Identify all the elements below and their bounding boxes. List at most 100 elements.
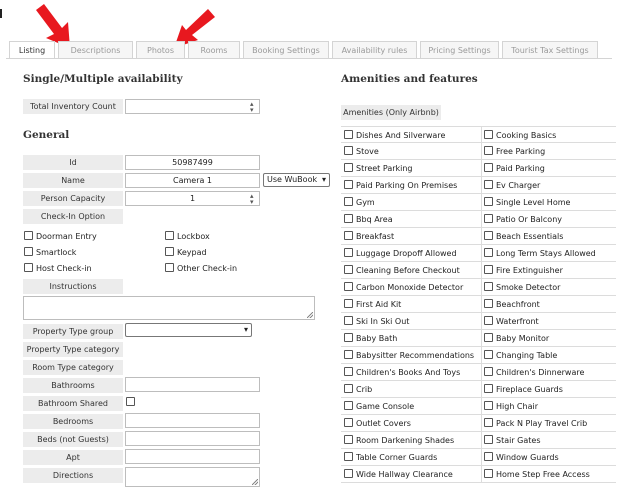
checkbox[interactable] bbox=[344, 163, 353, 172]
checkbox[interactable] bbox=[344, 231, 353, 240]
tab-rooms[interactable]: Rooms bbox=[188, 41, 240, 58]
amenity-checkbox-item[interactable]: Changing Table bbox=[484, 350, 557, 360]
bedrooms-field[interactable] bbox=[125, 413, 260, 428]
checkbox[interactable] bbox=[165, 247, 174, 256]
amenity-checkbox-item[interactable]: Carbon Monoxide Detector bbox=[344, 282, 463, 292]
amenity-checkbox-item[interactable]: Home Step Free Access bbox=[484, 469, 590, 479]
tab-booking-settings[interactable]: Booking Settings bbox=[243, 41, 329, 58]
checkbox[interactable] bbox=[484, 469, 493, 478]
amenity-checkbox-item[interactable]: Fire Extinguisher bbox=[484, 265, 563, 275]
checkin-keypad[interactable]: Keypad bbox=[165, 247, 207, 257]
checkin-lockbox[interactable]: Lockbox bbox=[165, 231, 210, 241]
checkbox[interactable] bbox=[484, 146, 493, 155]
checkbox[interactable] bbox=[24, 231, 33, 240]
amenity-checkbox-item[interactable]: Window Guards bbox=[484, 452, 559, 462]
apt-field[interactable] bbox=[125, 449, 260, 464]
checkbox[interactable] bbox=[484, 418, 493, 427]
checkbox[interactable] bbox=[484, 452, 493, 461]
checkbox[interactable] bbox=[344, 265, 353, 274]
checkbox[interactable] bbox=[344, 214, 353, 223]
tab-tourist-tax-settings[interactable]: Tourist Tax Settings bbox=[502, 41, 598, 58]
amenity-checkbox-item[interactable]: Stair Gates bbox=[484, 435, 541, 445]
checkbox[interactable] bbox=[484, 435, 493, 444]
amenity-checkbox-item[interactable]: Room Darkening Shades bbox=[344, 435, 454, 445]
amenity-checkbox-item[interactable]: Game Console bbox=[344, 401, 414, 411]
checkbox[interactable] bbox=[344, 282, 353, 291]
checkin-doorman-entry[interactable]: Doorman Entry bbox=[24, 231, 97, 241]
amenity-checkbox-item[interactable]: Patio Or Balcony bbox=[484, 214, 562, 224]
amenity-checkbox-item[interactable]: Beach Essentials bbox=[484, 231, 563, 241]
checkbox[interactable] bbox=[484, 130, 493, 139]
id-field[interactable]: 50987499 bbox=[125, 155, 260, 170]
stepper-icon[interactable] bbox=[250, 98, 257, 117]
checkbox[interactable] bbox=[344, 180, 353, 189]
amenity-checkbox-item[interactable]: Stove bbox=[344, 146, 379, 156]
checkin-smartlock[interactable]: Smartlock bbox=[24, 247, 76, 257]
amenity-checkbox-item[interactable]: Crib bbox=[344, 384, 372, 394]
amenity-checkbox-item[interactable]: Waterfront bbox=[484, 316, 539, 326]
tab-pricing-settings[interactable]: Pricing Settings bbox=[420, 41, 499, 58]
name-source-select[interactable]: Use WuBook ▾ bbox=[263, 173, 330, 187]
checkbox[interactable] bbox=[484, 180, 493, 189]
amenity-checkbox-item[interactable]: Baby Monitor bbox=[484, 333, 549, 343]
directions-textarea[interactable] bbox=[125, 467, 260, 487]
amenity-checkbox-item[interactable]: Paid Parking On Premises bbox=[344, 180, 457, 190]
amenity-checkbox-item[interactable]: Beachfront bbox=[484, 299, 540, 309]
total-inventory-input[interactable] bbox=[125, 98, 260, 117]
checkbox[interactable] bbox=[344, 248, 353, 257]
checkbox[interactable] bbox=[344, 333, 353, 342]
capacity-field[interactable]: 1 bbox=[125, 190, 260, 209]
checkbox[interactable] bbox=[484, 214, 493, 223]
checkin-host-check-in[interactable]: Host Check-in bbox=[24, 263, 92, 273]
name-field[interactable]: Camera 1 bbox=[125, 173, 260, 188]
amenity-checkbox-item[interactable]: Wide Hallway Clearance bbox=[344, 469, 453, 479]
checkbox[interactable] bbox=[24, 247, 33, 256]
tab-descriptions[interactable]: Descriptions bbox=[58, 41, 133, 58]
beds-field[interactable] bbox=[125, 431, 260, 446]
checkbox[interactable] bbox=[344, 401, 353, 410]
tab-photos[interactable]: Photos bbox=[136, 41, 185, 58]
checkbox[interactable] bbox=[344, 384, 353, 393]
amenity-checkbox-item[interactable]: Cooking Basics bbox=[484, 130, 556, 140]
amenity-checkbox-item[interactable]: Free Parking bbox=[484, 146, 545, 156]
amenity-checkbox-item[interactable]: Children's Books And Toys bbox=[344, 367, 460, 377]
checkbox[interactable] bbox=[484, 282, 493, 291]
checkbox[interactable] bbox=[484, 197, 493, 206]
checkbox[interactable] bbox=[484, 350, 493, 359]
checkbox[interactable] bbox=[484, 384, 493, 393]
checkbox[interactable] bbox=[344, 316, 353, 325]
checkbox[interactable] bbox=[484, 248, 493, 257]
stepper-icon[interactable] bbox=[250, 190, 257, 209]
resize-handle-icon[interactable] bbox=[307, 312, 313, 318]
checkbox[interactable] bbox=[165, 263, 174, 272]
checkbox[interactable] bbox=[344, 299, 353, 308]
amenity-checkbox-item[interactable]: Gym bbox=[344, 197, 375, 207]
tab-listing[interactable]: Listing bbox=[9, 41, 55, 59]
amenity-checkbox-item[interactable]: Children's Dinnerware bbox=[484, 367, 584, 377]
checkbox[interactable] bbox=[344, 435, 353, 444]
amenity-checkbox-item[interactable]: Long Term Stays Allowed bbox=[484, 248, 596, 258]
checkbox[interactable] bbox=[484, 401, 493, 410]
bathrooms-field[interactable] bbox=[125, 377, 260, 392]
amenity-checkbox-item[interactable]: First Aid Kit bbox=[344, 299, 401, 309]
amenity-checkbox-item[interactable]: Fireplace Guards bbox=[484, 384, 563, 394]
checkbox[interactable] bbox=[484, 299, 493, 308]
checkbox[interactable] bbox=[344, 146, 353, 155]
amenity-checkbox-item[interactable]: Table Corner Guards bbox=[344, 452, 437, 462]
checkbox[interactable] bbox=[484, 163, 493, 172]
amenity-checkbox-item[interactable]: Dishes And Silverware bbox=[344, 130, 445, 140]
amenity-checkbox-item[interactable]: Paid Parking bbox=[484, 163, 545, 173]
checkbox[interactable] bbox=[165, 231, 174, 240]
checkbox[interactable] bbox=[344, 367, 353, 376]
checkin-other-check-in[interactable]: Other Check-in bbox=[165, 263, 237, 273]
property-type-group-select[interactable]: ▾ bbox=[125, 323, 252, 337]
amenity-checkbox-item[interactable]: High Chair bbox=[484, 401, 538, 411]
amenity-checkbox-item[interactable]: Bbq Area bbox=[344, 214, 393, 224]
bathroom-shared-checkbox[interactable] bbox=[126, 397, 135, 406]
checkbox[interactable] bbox=[344, 418, 353, 427]
amenity-checkbox-item[interactable]: Ski In Ski Out bbox=[344, 316, 409, 326]
checkbox[interactable] bbox=[484, 265, 493, 274]
amenity-checkbox-item[interactable]: Babysitter Recommendations bbox=[344, 350, 474, 360]
amenity-checkbox-item[interactable]: Pack N Play Travel Crib bbox=[484, 418, 587, 428]
checkbox[interactable] bbox=[484, 367, 493, 376]
